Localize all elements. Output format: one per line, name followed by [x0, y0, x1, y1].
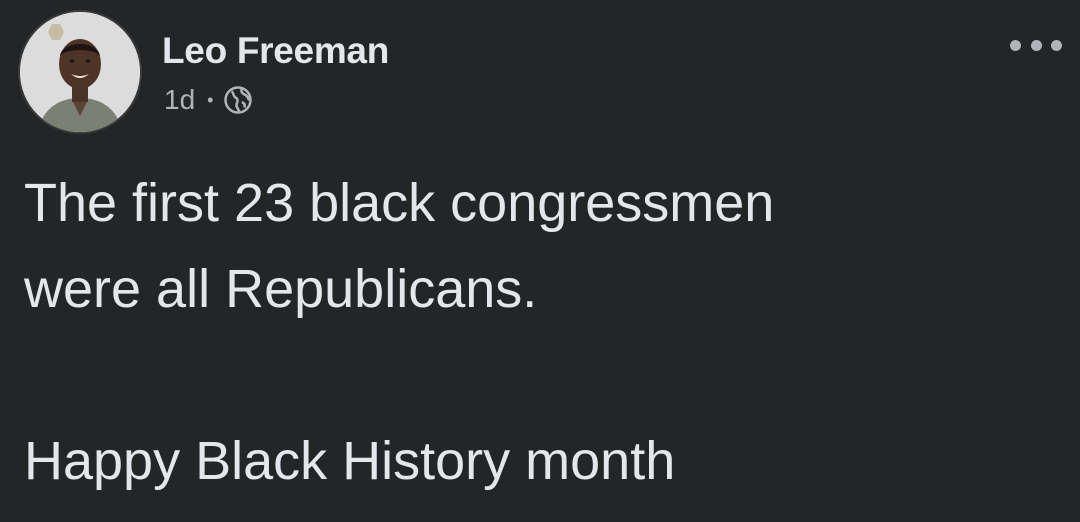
- post-text-line: Happy Black History month: [24, 431, 676, 491]
- more-options-icon[interactable]: [1010, 30, 1062, 60]
- post-card: Leo Freeman 1d • The first 23 black cong…: [0, 0, 1080, 522]
- more-dot: [1030, 39, 1042, 51]
- more-dot: [1010, 39, 1021, 51]
- post-text-line: The first 23 black congressmen: [24, 173, 775, 233]
- post-text-line: were all Republicans.: [24, 259, 538, 319]
- globe-icon[interactable]: [223, 85, 253, 115]
- post-timestamp[interactable]: 1d: [164, 84, 195, 116]
- post-body: The first 23 black congressmen were all …: [24, 160, 1054, 504]
- profile-photo: [20, 12, 140, 132]
- post-meta: 1d •: [164, 82, 253, 118]
- more-dot: [1051, 39, 1062, 51]
- author-name[interactable]: Leo Freeman: [162, 30, 389, 72]
- meta-separator: •: [207, 89, 214, 110]
- avatar[interactable]: [18, 10, 142, 134]
